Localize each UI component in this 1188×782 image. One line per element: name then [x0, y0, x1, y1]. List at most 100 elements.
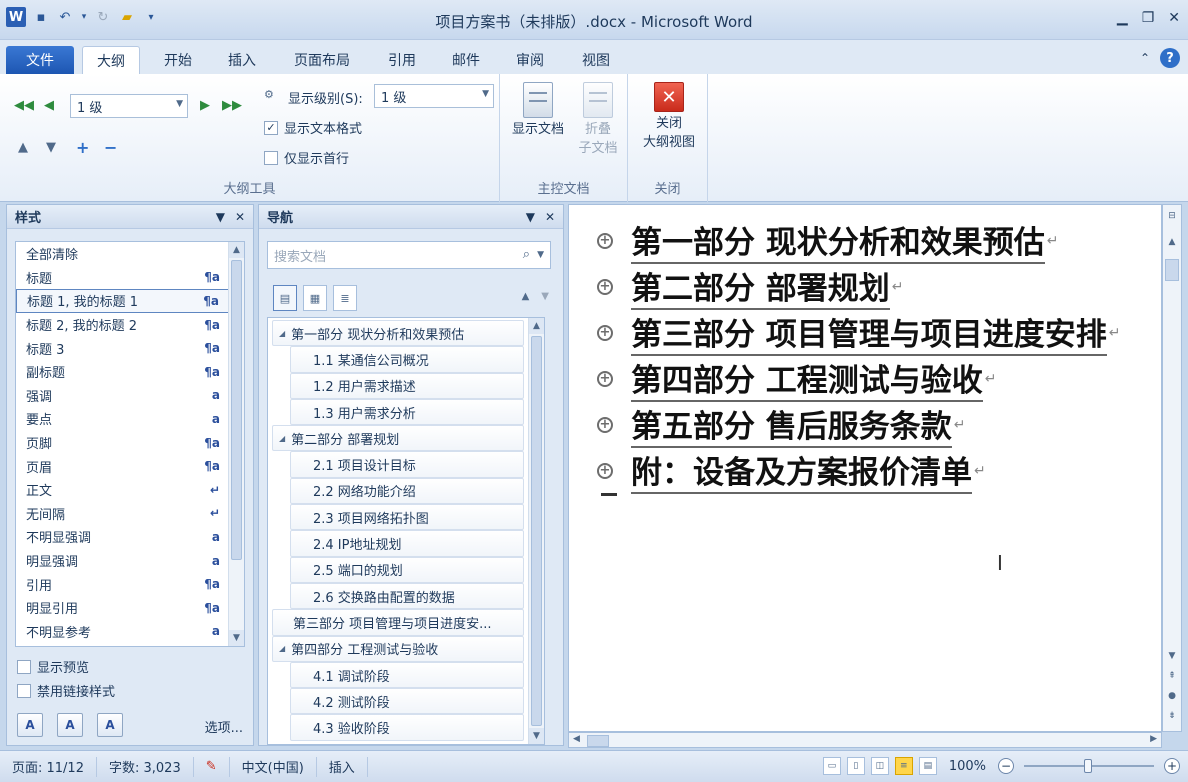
scroll-down-icon[interactable]: ▼ — [229, 630, 244, 646]
zoom-slider-knob[interactable] — [1084, 759, 1092, 773]
style-item[interactable]: 标题 3 ¶a — [16, 336, 244, 360]
manage-styles-button[interactable]: A — [97, 713, 123, 737]
expand-collapse-icon[interactable]: ◢ — [279, 644, 285, 653]
style-item[interactable]: 明显强调 a — [16, 549, 244, 573]
demote-icon[interactable]: ▶ — [200, 98, 210, 113]
scroll-thumb[interactable] — [531, 336, 542, 726]
demote-to-body-icon[interactable]: ▶▶ — [222, 98, 242, 113]
pane-close-icon[interactable]: ✕ — [235, 210, 245, 224]
style-item[interactable]: 副标题 ¶a — [16, 360, 244, 384]
help-icon[interactable]: ? — [1160, 48, 1180, 68]
browse-results-icon[interactable]: ≣ — [333, 285, 357, 311]
tab-outline[interactable]: 大纲 — [82, 46, 140, 74]
nav-heading-node[interactable]: ◢ 第一部分 现状分析和效果预估 — [272, 320, 524, 347]
next-heading-icon[interactable]: ▼ — [541, 291, 549, 302]
nav-heading-node[interactable]: ◢ 第二部分 部署规划 — [272, 425, 524, 452]
style-inspector-button[interactable]: A — [57, 713, 83, 737]
show-text-format-checkbox[interactable]: ✓ — [264, 120, 278, 135]
expand-collapse-icon[interactable]: ◢ — [279, 434, 285, 443]
outline-heading[interactable]: + 第五部分 售后服务条款 ↵ — [597, 401, 966, 448]
outline-expand-icon[interactable]: + — [597, 462, 613, 479]
outline-expand-icon[interactable]: + — [597, 278, 613, 295]
search-document-input[interactable]: 搜索文档 ⌕ ▼ — [267, 241, 551, 269]
scroll-down-icon[interactable]: ▼ — [529, 728, 544, 744]
nav-scrollbar[interactable]: ▲ ▼ — [528, 318, 544, 744]
outline-heading[interactable]: + 第三部分 项目管理与项目进度安排 ↵ — [597, 309, 1121, 356]
disable-linked-checkbox[interactable] — [17, 683, 31, 698]
scroll-left-icon[interactable]: ◀ — [573, 734, 580, 744]
close-outline-view-button[interactable]: ✕ 关闭 大纲视图 — [636, 82, 702, 152]
zoom-out-icon[interactable]: − — [998, 758, 1014, 774]
pane-close-icon[interactable]: ✕ — [545, 210, 555, 224]
new-style-button[interactable]: A — [17, 713, 43, 737]
document-area[interactable]: + 第一部分 现状分析和效果预估 ↵ + 第二部分 部署规划 ↵ + 第三部分 项目管理与项目… — [568, 204, 1162, 732]
style-item[interactable]: 页脚 ¶a — [16, 431, 244, 455]
expand-icon[interactable]: + — [76, 138, 89, 157]
scroll-thumb[interactable] — [1165, 259, 1179, 281]
document-vertical-scrollbar[interactable]: ⊟ ▲ ▼ ⇞ ● ⇟ — [1162, 204, 1182, 732]
move-down-icon[interactable]: ▼ — [46, 140, 56, 155]
show-first-line-checkbox[interactable] — [264, 150, 278, 165]
show-preview-checkbox[interactable] — [17, 659, 31, 674]
nav-heading-node[interactable]: 2.5 端口的规划 — [290, 556, 524, 583]
web-layout-icon[interactable]: ◫ — [870, 757, 889, 775]
previous-page-icon[interactable]: ⇞ — [1163, 671, 1181, 681]
nav-heading-node[interactable]: 第三部分 项目管理与项目进度安... — [272, 609, 524, 636]
collapse-icon[interactable]: − — [104, 138, 117, 157]
scroll-up-icon[interactable]: ▲ — [529, 318, 544, 334]
outline-expand-icon[interactable]: + — [597, 416, 613, 433]
outline-heading[interactable]: + 第四部分 工程测试与验收 ↵ — [597, 355, 997, 402]
print-layout-icon[interactable]: ▭ — [822, 757, 841, 775]
outline-heading[interactable]: + 附：设备及方案报价清单 ↵ — [597, 447, 986, 494]
style-item[interactable]: 标题 2, 我的标题 2 ¶a — [16, 313, 244, 337]
style-item[interactable]: 要点 a — [16, 407, 244, 431]
outline-heading[interactable]: + 第一部分 现状分析和效果预估 ↵ — [597, 217, 1059, 264]
minimize-icon[interactable]: ▁ — [1117, 10, 1128, 26]
page-count[interactable]: 页面: 11/12 — [0, 756, 97, 777]
nav-heading-node[interactable]: ◢ 第四部分 工程测试与验收 — [272, 635, 524, 662]
style-item[interactable]: 无间隔 ↵ — [16, 502, 244, 526]
tab-page-layout[interactable]: 页面布局 — [280, 46, 364, 74]
zoom-slider[interactable] — [1024, 759, 1154, 773]
scroll-right-icon[interactable]: ▶ — [1150, 734, 1157, 744]
insert-mode[interactable]: 插入 — [317, 756, 368, 777]
tab-view[interactable]: 视图 — [568, 46, 624, 74]
next-page-icon[interactable]: ⇟ — [1163, 711, 1181, 721]
outline-expand-icon[interactable]: + — [597, 324, 613, 341]
previous-heading-icon[interactable]: ▲ — [522, 291, 530, 302]
word-count[interactable]: 字数: 3,023 — [97, 756, 194, 777]
document-horizontal-scrollbar[interactable]: ◀ ▶ — [568, 732, 1162, 748]
nav-heading-node[interactable]: 2.1 项目设计目标 — [290, 451, 524, 478]
style-item[interactable]: 标题 ¶a — [16, 266, 244, 290]
style-item[interactable]: 正文 ↵ — [16, 478, 244, 502]
style-item[interactable]: 强调 a — [16, 384, 244, 408]
show-text-format-row[interactable]: ✓ 显示文本格式 — [264, 118, 362, 137]
tab-home[interactable]: 开始 — [150, 46, 206, 74]
nav-heading-node[interactable]: 1.1 某通信公司概况 — [290, 346, 524, 373]
show-preview-row[interactable]: 显示预览 — [17, 657, 89, 676]
outline-expand-icon[interactable]: + — [597, 232, 613, 249]
nav-heading-node[interactable]: 2.4 IP地址规划 — [290, 530, 524, 557]
nav-heading-node[interactable]: 4.1 调试阶段 — [290, 661, 524, 689]
scroll-up-icon[interactable]: ▲ — [229, 242, 244, 258]
style-item[interactable]: 不明显强调 a — [16, 525, 244, 549]
minimize-ribbon-icon[interactable]: ⌃ — [1140, 51, 1150, 65]
style-item[interactable]: 页眉 ¶a — [16, 454, 244, 478]
full-screen-reading-icon[interactable]: ▯ — [846, 757, 865, 775]
outline-view-icon[interactable]: ≡ — [894, 757, 913, 775]
select-browse-object-icon[interactable]: ● — [1163, 691, 1181, 701]
outline-expand-icon[interactable]: + — [597, 370, 613, 387]
scroll-up-icon[interactable]: ▲ — [1163, 237, 1181, 247]
tab-file[interactable]: 文件 — [6, 46, 74, 74]
style-item[interactable]: 引用 ¶a — [16, 572, 244, 596]
nav-heading-node[interactable]: 2.3 项目网络拓扑图 — [290, 504, 524, 531]
zoom-level[interactable]: 100% — [949, 759, 986, 774]
nav-heading-node[interactable]: 1.2 用户需求描述 — [290, 372, 524, 399]
collapse-subdocuments-button[interactable]: 折叠 子文档 — [572, 82, 624, 158]
nav-heading-node[interactable]: 2.6 交换路由配置的数据 — [290, 582, 524, 610]
styles-options-link[interactable]: 选项... — [205, 717, 243, 736]
style-item[interactable]: 全部清除 — [16, 242, 244, 266]
promote-icon[interactable]: ◀ — [44, 98, 54, 113]
show-first-line-row[interactable]: 仅显示首行 — [264, 148, 349, 167]
tab-mailings[interactable]: 邮件 — [438, 46, 494, 74]
